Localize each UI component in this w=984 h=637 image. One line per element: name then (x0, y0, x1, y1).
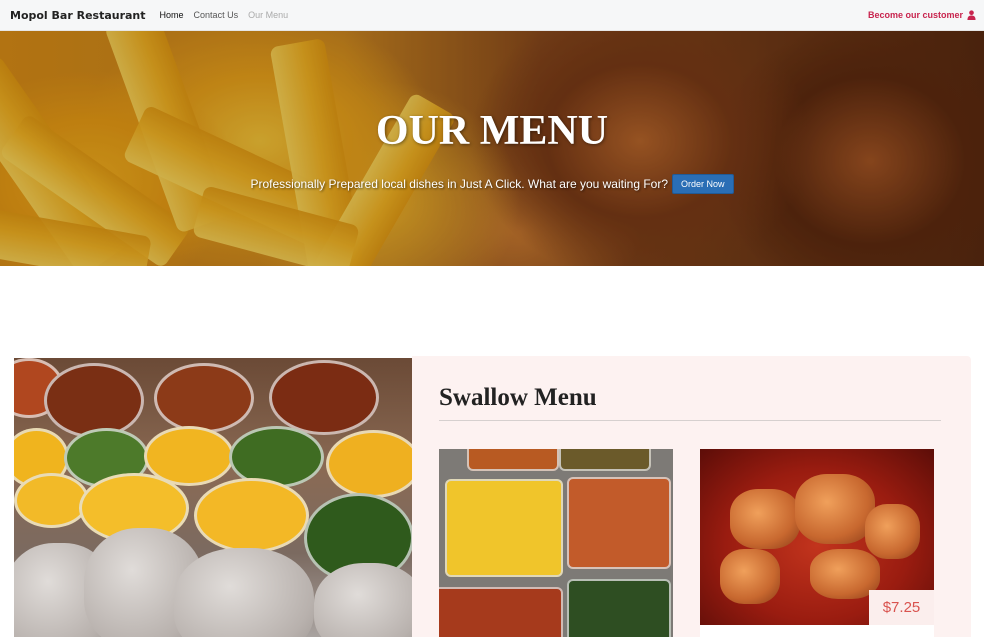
navbar: Mopol Bar Restaurant Home Contact Us Our… (0, 0, 984, 31)
user-icon (967, 10, 976, 20)
nav-link-menu[interactable]: Our Menu (248, 10, 288, 20)
menu-feature-image (14, 358, 412, 637)
heading-divider (439, 420, 941, 421)
hero-banner: OUR MENU Professionally Prepared local d… (0, 31, 984, 266)
become-customer-link[interactable]: Become our customer (868, 10, 976, 20)
nav-link-contact[interactable]: Contact Us (194, 10, 239, 20)
hero-subtitle: Professionally Prepared local dishes in … (250, 177, 668, 191)
menu-item-image[interactable] (439, 449, 673, 637)
hero-tagline-row: Professionally Prepared local dishes in … (0, 174, 984, 194)
order-now-button[interactable]: Order Now (672, 174, 734, 194)
become-customer-label: Become our customer (867, 10, 963, 20)
menu-category-heading: Swallow Menu (439, 384, 597, 411)
price-badge: $7.25 (869, 590, 934, 625)
brand-name[interactable]: Mopol Bar Restaurant (10, 9, 146, 22)
swallow-menu-card: Swallow Menu $7.25 (412, 356, 971, 637)
nav-link-home[interactable]: Home (160, 10, 184, 20)
hero-title: OUR MENU (375, 108, 609, 154)
